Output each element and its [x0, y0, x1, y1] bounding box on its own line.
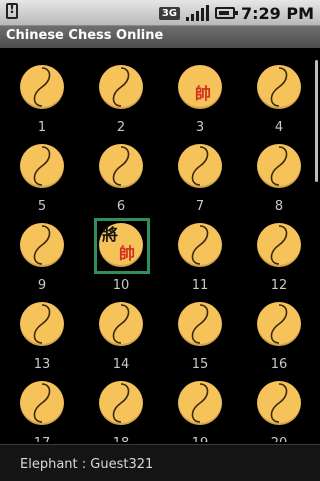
table-swirl-icon	[33, 383, 51, 423]
status-right: 3G 7:29 PM	[158, 3, 314, 23]
table-swirl-icon	[191, 225, 209, 265]
table-number-label: 5	[37, 199, 47, 214]
table-number-label: 20	[239, 436, 314, 442]
table-cell-10[interactable]: 將帥 10	[81, 216, 161, 296]
table-number-label: 10	[112, 278, 130, 293]
table-number-label: 4	[274, 120, 284, 135]
table-button[interactable]	[257, 144, 301, 188]
table-number-label: 9	[37, 278, 47, 293]
table-cell-20[interactable]: 20	[239, 374, 314, 442]
table-button[interactable]	[99, 65, 143, 109]
table-button[interactable]	[257, 302, 301, 346]
table-button[interactable]	[20, 381, 64, 425]
table-cell-14[interactable]: 14	[81, 295, 161, 375]
table-cell-1[interactable]: 1	[2, 58, 82, 138]
table-number-label: 8	[274, 199, 284, 214]
table-button[interactable]: 帥	[178, 65, 222, 109]
table-number-label: 12	[270, 278, 288, 293]
table-button[interactable]	[257, 65, 301, 109]
table-cell-17[interactable]: 17	[2, 374, 82, 442]
table-number-label: 13	[33, 357, 51, 372]
table-cell-3[interactable]: 帥3	[160, 58, 240, 138]
table-button[interactable]	[20, 223, 64, 267]
table-button[interactable]	[257, 223, 301, 267]
table-button[interactable]: 將帥	[99, 223, 143, 267]
red-general-piece: 帥	[119, 244, 136, 263]
table-swirl-icon	[270, 67, 288, 107]
status-left	[6, 2, 18, 19]
table-button[interactable]	[178, 381, 222, 425]
table-cell-8[interactable]: 8	[239, 137, 314, 217]
table-swirl-icon	[270, 304, 288, 344]
table-cell-2[interactable]: 2	[81, 58, 161, 138]
table-number-label: 18	[81, 436, 161, 442]
status-bar: 3G 7:29 PM	[0, 0, 320, 26]
table-number-label: 15	[191, 357, 209, 372]
table-swirl-icon	[112, 146, 130, 186]
bottom-bar: Elephant : Guest321	[0, 444, 320, 481]
table-swirl-icon	[270, 225, 288, 265]
table-number-label: 17	[2, 436, 82, 442]
table-button[interactable]	[20, 144, 64, 188]
table-number-label: 7	[195, 199, 205, 214]
table-button[interactable]	[257, 381, 301, 425]
table-button[interactable]	[178, 223, 222, 267]
table-button[interactable]	[99, 302, 143, 346]
red-general-piece: 帥	[195, 84, 212, 103]
table-swirl-icon	[33, 304, 51, 344]
table-swirl-icon	[33, 225, 51, 265]
network-type-label: 3G	[158, 6, 180, 20]
table-cell-19[interactable]: 19	[160, 374, 240, 442]
scrollbar[interactable]	[315, 60, 318, 182]
app-title: Chinese Chess Online	[6, 28, 164, 43]
battery-icon	[214, 7, 238, 19]
table-number-label: 11	[191, 278, 209, 293]
table-button[interactable]	[99, 144, 143, 188]
table-cell-18[interactable]: 18	[81, 374, 161, 442]
table-cell-16[interactable]: 16	[239, 295, 314, 375]
table-swirl-icon	[191, 304, 209, 344]
table-button[interactable]	[20, 302, 64, 346]
table-button[interactable]	[178, 302, 222, 346]
table-swirl-icon	[112, 383, 130, 423]
table-number-label: 14	[112, 357, 130, 372]
table-cell-7[interactable]: 7	[160, 137, 240, 217]
table-number-label: 19	[160, 436, 240, 442]
table-swirl-icon	[33, 146, 51, 186]
table-cell-15[interactable]: 15	[160, 295, 240, 375]
black-general-piece: 將	[102, 225, 119, 244]
warning-icon	[6, 2, 18, 19]
table-cell-5[interactable]: 5	[2, 137, 82, 217]
table-number-label: 2	[116, 120, 126, 135]
table-cell-12[interactable]: 12	[239, 216, 314, 296]
table-cell-9[interactable]: 9	[2, 216, 82, 296]
table-swirl-icon	[191, 146, 209, 186]
table-button[interactable]	[178, 144, 222, 188]
table-swirl-icon	[191, 383, 209, 423]
table-swirl-icon	[270, 383, 288, 423]
table-swirl-icon	[112, 304, 130, 344]
table-cell-11[interactable]: 11	[160, 216, 240, 296]
table-grid[interactable]: 12帥3456789將帥1011121314151617181920	[0, 50, 314, 442]
table-number-label: 16	[270, 357, 288, 372]
table-number-label: 6	[116, 199, 126, 214]
table-swirl-icon	[270, 146, 288, 186]
table-number-label: 3	[195, 120, 205, 135]
signal-icon	[185, 5, 209, 21]
status-time: 7:29 PM	[240, 3, 314, 23]
table-swirl-icon	[112, 67, 130, 107]
table-cell-13[interactable]: 13	[2, 295, 82, 375]
table-number-label: 1	[37, 120, 47, 135]
table-button[interactable]	[20, 65, 64, 109]
app-title-bar: Chinese Chess Online	[0, 26, 320, 48]
table-swirl-icon	[33, 67, 51, 107]
table-cell-6[interactable]: 6	[81, 137, 161, 217]
table-cell-4[interactable]: 4	[239, 58, 314, 138]
player-info: Elephant : Guest321	[20, 457, 154, 472]
table-button[interactable]	[99, 381, 143, 425]
